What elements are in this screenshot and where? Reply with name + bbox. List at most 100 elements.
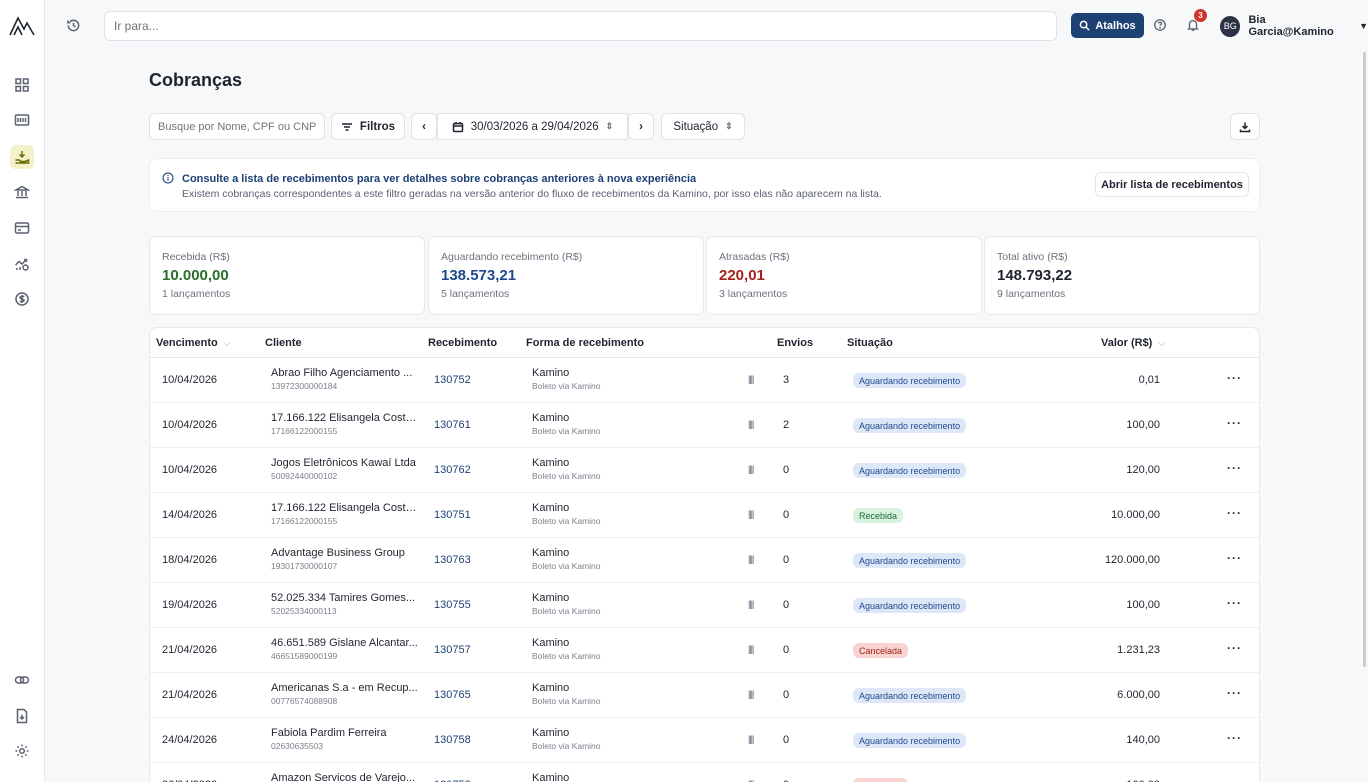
- barcode-icon[interactable]: ||||: [748, 419, 754, 429]
- payment-method-detail: Boleto via Kamino: [532, 561, 601, 571]
- history-icon[interactable]: [62, 14, 84, 36]
- client-cell: 52.025.334 Tamires Gomes... 5202533400011…: [271, 592, 421, 616]
- status-badge: Cancelada: [853, 643, 909, 658]
- next-period-button[interactable]: ›: [628, 113, 654, 140]
- receivables-icon[interactable]: [10, 145, 34, 169]
- table-row[interactable]: 24/04/2026 Fabiola Pardim Ferreira 0263063…: [150, 718, 1259, 763]
- topbar: Atalhos 3 BG Bia Garcia@Kamino ▼: [45, 0, 1368, 52]
- amount: 120.000,00: [1104, 554, 1160, 566]
- updown-icon: ⇕: [605, 121, 614, 131]
- receipt-link[interactable]: 130763: [434, 554, 471, 566]
- receipt-link[interactable]: 130752: [434, 374, 471, 386]
- due-date: 10/04/2026: [162, 464, 218, 476]
- status-badge: Aguardando recebimento: [853, 733, 967, 748]
- barcode-icon[interactable]: ||||: [748, 599, 754, 609]
- barcode-icon[interactable]: ||||: [748, 644, 754, 654]
- more-options-icon[interactable]: ···: [1227, 686, 1242, 700]
- client-document: 00776574088908: [271, 696, 338, 706]
- barcode-icon[interactable]: ||||: [748, 734, 754, 744]
- due-date: 10/04/2026: [162, 374, 218, 386]
- more-options-icon[interactable]: ···: [1227, 596, 1242, 610]
- barcode-icon[interactable]: ||||: [748, 464, 754, 474]
- receipt-link[interactable]: 130755: [434, 599, 471, 611]
- amount: 100,00: [1126, 599, 1160, 611]
- more-options-icon[interactable]: ···: [1227, 416, 1242, 430]
- due-date: 24/04/2026: [162, 734, 218, 746]
- charges-table: Vencimento ⌵ Cliente Recebimento Forma de…: [149, 327, 1260, 782]
- client-document: 19301730000107: [271, 561, 338, 571]
- due-date: 21/04/2026: [162, 689, 218, 701]
- barcode-icon[interactable]: ||||: [748, 689, 754, 699]
- chevron-down-icon: ▼: [1359, 21, 1368, 31]
- more-options-icon[interactable]: ···: [1227, 371, 1242, 385]
- summary-card-aguardando: Aguardando recebimento (R$) 138.573,21 5…: [428, 236, 704, 315]
- dashboard-icon[interactable]: [10, 73, 34, 97]
- kamino-logo[interactable]: [8, 14, 36, 38]
- table-row[interactable]: 10/04/2026 Jogos Eletrônicos Kawaí Ltda 50…: [150, 448, 1259, 493]
- more-options-icon[interactable]: ···: [1227, 506, 1242, 520]
- settings-icon[interactable]: [10, 739, 34, 763]
- client-name: Amazon Servicos de Varejo...: [271, 772, 416, 782]
- more-options-icon[interactable]: ···: [1227, 776, 1242, 782]
- analytics-icon[interactable]: [10, 252, 34, 276]
- receipt-link[interactable]: 130765: [434, 689, 471, 701]
- header-valor[interactable]: Valor (R$) ⌵: [1101, 337, 1165, 349]
- documents-icon[interactable]: [10, 704, 34, 728]
- bank-icon[interactable]: [10, 180, 34, 204]
- filters-button[interactable]: Filtros: [331, 113, 405, 140]
- download-button[interactable]: [1230, 113, 1260, 140]
- more-options-icon[interactable]: ···: [1227, 551, 1242, 565]
- header-vencimento[interactable]: Vencimento ⌵: [156, 337, 231, 349]
- table-row[interactable]: 19/04/2026 52.025.334 Tamires Gomes... 520…: [150, 583, 1259, 628]
- more-options-icon[interactable]: ···: [1227, 641, 1242, 655]
- client-document: 50092440000102: [271, 471, 338, 481]
- receipt-link[interactable]: 130762: [434, 464, 471, 476]
- open-receipts-button[interactable]: Abrir lista de recebimentos: [1095, 172, 1249, 197]
- status-badge: Aguardando recebimento: [853, 598, 967, 613]
- date-range-label: 30/03/2026 a 29/04/2026: [470, 120, 599, 133]
- info-title[interactable]: Consulte a lista de recebimentos para ve…: [182, 173, 696, 185]
- table-row[interactable]: 21/04/2026 Americanas S.a - em Recup... 00…: [150, 673, 1259, 718]
- table-row[interactable]: 10/04/2026 17.166.122 Elisangela Costa ..…: [150, 403, 1259, 448]
- summary-card-atrasadas: Atrasadas (R$) 220,01 3 lançamentos: [706, 236, 982, 315]
- status-filter-button[interactable]: Situação ⇕: [661, 113, 745, 140]
- summary-count: 3 lançamentos: [719, 288, 788, 300]
- table-row[interactable]: 18/04/2026 Advantage Business Group 193017…: [150, 538, 1259, 583]
- user-menu[interactable]: BG Bia Garcia@Kamino ▼: [1220, 14, 1368, 38]
- due-date: 14/04/2026: [162, 509, 218, 521]
- header-cliente: Cliente: [265, 337, 302, 349]
- summary-label: Recebida (R$): [162, 251, 230, 263]
- statement-icon[interactable]: [10, 108, 34, 132]
- money-icon[interactable]: [10, 287, 34, 311]
- table-row[interactable]: 14/04/2026 17.166.122 Elisangela Costa ..…: [150, 493, 1259, 538]
- barcode-icon[interactable]: ||||: [748, 509, 754, 519]
- search-input[interactable]: [149, 113, 325, 140]
- more-options-icon[interactable]: ···: [1227, 461, 1242, 475]
- more-options-icon[interactable]: ···: [1227, 731, 1242, 745]
- page-title: Cobranças: [149, 70, 243, 90]
- goto-input[interactable]: [104, 11, 1057, 41]
- table-row[interactable]: 21/04/2026 46.651.589 Gislane Alcantar...…: [150, 628, 1259, 673]
- table-row[interactable]: 26/04/2026Amazon Servicos de Varejo...13…: [150, 763, 1259, 782]
- summary-count: 5 lançamentos: [441, 288, 510, 300]
- table-row[interactable]: 10/04/2026 Abrao Filho Agenciamento ... 13…: [150, 358, 1259, 403]
- barcode-icon[interactable]: ||||: [748, 554, 754, 564]
- receipt-link[interactable]: 130757: [434, 644, 471, 656]
- date-range-button[interactable]: 30/03/2026 a 29/04/2026 ⇕: [437, 113, 628, 140]
- amount: 100,00: [1126, 419, 1160, 431]
- shortcuts-button[interactable]: Atalhos: [1071, 13, 1144, 38]
- scrollbar[interactable]: [1363, 52, 1366, 667]
- payment-method-detail: Boleto via Kamino: [532, 651, 601, 661]
- client-document: 17166122000155: [271, 426, 338, 436]
- prev-period-button[interactable]: ‹: [411, 113, 437, 140]
- help-icon[interactable]: [1150, 15, 1170, 35]
- receipt-link[interactable]: 130758: [434, 734, 471, 746]
- payment-method: Kamino Boleto via Kamino: [532, 592, 601, 616]
- receipt-link[interactable]: 130751: [434, 509, 471, 521]
- filter-icon: [341, 122, 352, 131]
- receipt-link[interactable]: 130761: [434, 419, 471, 431]
- card-icon[interactable]: [10, 216, 34, 240]
- integrations-icon[interactable]: [10, 668, 34, 692]
- barcode-icon[interactable]: ||||: [748, 374, 754, 384]
- sends-count: 0: [783, 599, 790, 611]
